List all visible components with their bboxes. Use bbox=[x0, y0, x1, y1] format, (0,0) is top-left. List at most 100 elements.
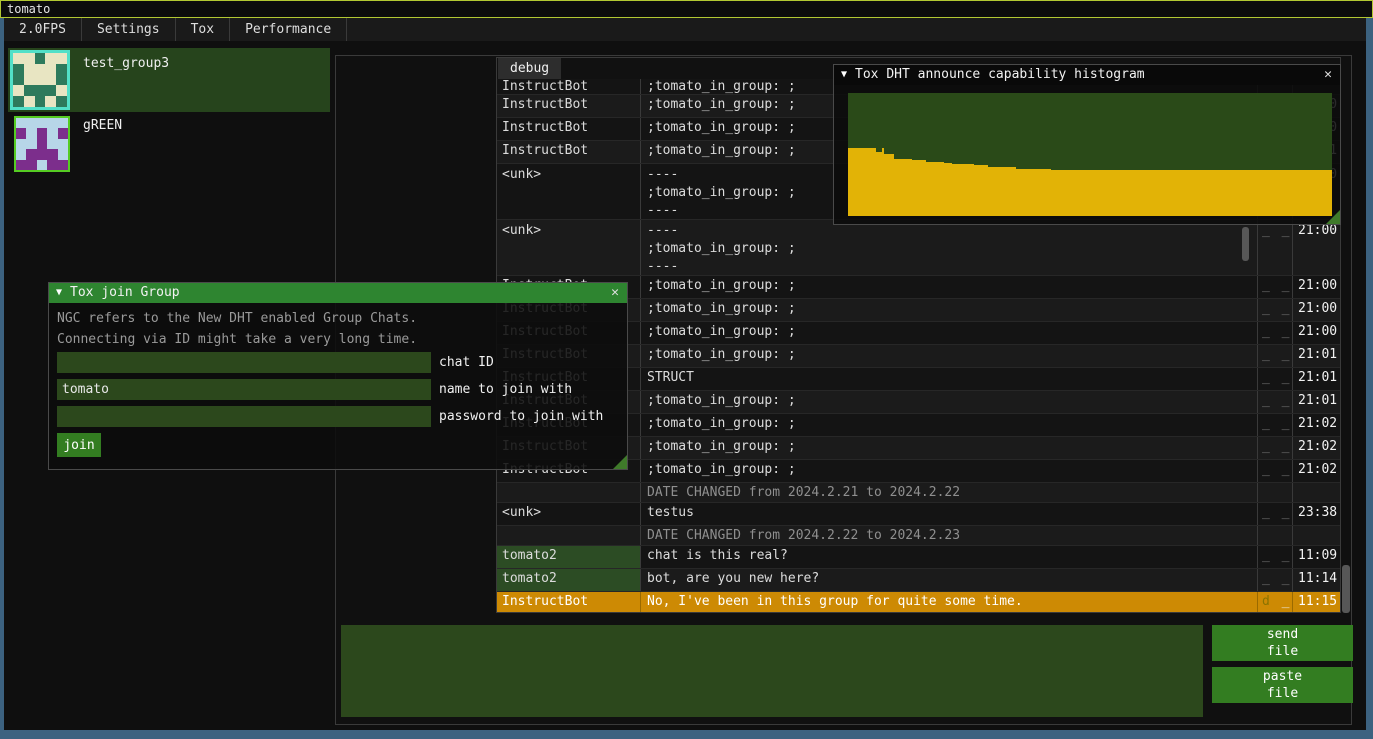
join-group-title: Tox join Group bbox=[70, 283, 180, 303]
menu-item-tox[interactable]: Tox bbox=[176, 18, 230, 41]
group-avatar bbox=[10, 50, 70, 110]
join-field-password-to-join-with[interactable] bbox=[57, 406, 431, 427]
collapse-arrow-icon[interactable]: ▼ bbox=[56, 283, 62, 303]
menu-bar: 2.0FPSSettingsToxPerformance bbox=[4, 18, 1366, 41]
chat-delivery-flags: _ _ bbox=[1257, 299, 1292, 321]
chat-timestamp: 21:01 bbox=[1292, 345, 1340, 367]
avatar-pixel bbox=[47, 118, 57, 128]
avatar-pixel bbox=[45, 64, 56, 75]
chat-row[interactable]: InstructBotNo, I've been in this group f… bbox=[497, 592, 1340, 612]
flag-2: _ bbox=[1282, 548, 1292, 563]
histogram-bin bbox=[988, 167, 1016, 216]
chat-delivery-flags: _ _ bbox=[1257, 368, 1292, 390]
window-border-left bbox=[0, 18, 4, 739]
chat-timestamp: 11:14 bbox=[1292, 569, 1340, 591]
chat-timestamp: 23:38 bbox=[1292, 503, 1340, 525]
app-title-bar[interactable]: tomato bbox=[0, 0, 1373, 18]
avatar-pixel bbox=[16, 118, 26, 128]
chat-sender-name: <unk> bbox=[497, 503, 641, 525]
avatar-pixel bbox=[13, 75, 24, 86]
chat-row[interactable]: tomato2chat is this real?_ _11:09 bbox=[497, 546, 1340, 569]
chat-delivery-flags: _ _ bbox=[1257, 546, 1292, 568]
flag-1: d bbox=[1262, 594, 1272, 609]
flag-2: _ bbox=[1282, 370, 1292, 385]
menu-item-2.0fps: 2.0FPS bbox=[4, 18, 82, 41]
paste-file-button[interactable]: paste file bbox=[1212, 667, 1353, 703]
avatar-pixel bbox=[58, 160, 68, 170]
histogram-bin bbox=[944, 163, 952, 216]
avatar-pixel bbox=[47, 160, 57, 170]
chat-delivery-flags: _ _ bbox=[1257, 503, 1292, 525]
chat-row[interactable]: <unk>testus_ _23:38 bbox=[497, 503, 1340, 526]
chat-timestamp: 21:01 bbox=[1292, 368, 1340, 390]
collapse-arrow-icon[interactable]: ▼ bbox=[841, 65, 847, 85]
join-button[interactable]: join bbox=[57, 433, 101, 457]
join-field-label: chat ID bbox=[439, 352, 494, 373]
flag-2: _ bbox=[1282, 571, 1292, 586]
group-name-label: test_group3 bbox=[83, 56, 169, 71]
chat-message-text: ;tomato_in_group: ; bbox=[641, 276, 1257, 298]
flag-2: _ bbox=[1282, 416, 1292, 431]
join-group-titlebar[interactable]: ▼ Tox join Group ✕ bbox=[49, 283, 627, 303]
histogram-bin bbox=[974, 165, 988, 216]
avatar-pixel bbox=[45, 75, 56, 86]
histogram-bin bbox=[1016, 169, 1051, 216]
group-name-label: gREEN bbox=[83, 118, 122, 133]
resize-grip[interactable] bbox=[613, 455, 627, 469]
avatar-pixel bbox=[26, 118, 36, 128]
chat-message-text: DATE CHANGED from 2024.2.21 to 2024.2.22 bbox=[641, 483, 1257, 502]
avatar-pixel bbox=[58, 118, 68, 128]
dht-histogram-titlebar[interactable]: ▼ Tox DHT announce capability histogram … bbox=[834, 65, 1340, 85]
chat-sender-name: tomato2 bbox=[497, 546, 641, 568]
message-input[interactable] bbox=[341, 625, 1203, 717]
chat-message-text: ;tomato_in_group: ; bbox=[641, 391, 1257, 413]
chat-timestamp: 21:01 bbox=[1292, 391, 1340, 413]
tab-debug[interactable]: debug bbox=[498, 58, 561, 79]
histogram-bin bbox=[884, 154, 894, 216]
join-field-chat-ID[interactable] bbox=[57, 352, 431, 373]
chat-timestamp: 21:02 bbox=[1292, 437, 1340, 459]
chat-row[interactable]: tomato2bot, are you new here?_ _11:14 bbox=[497, 569, 1340, 592]
avatar-pixel bbox=[45, 53, 56, 64]
avatar-pixel bbox=[26, 128, 36, 138]
close-icon[interactable]: ✕ bbox=[1324, 65, 1332, 85]
chat-sender-name bbox=[497, 526, 641, 545]
menu-item-performance[interactable]: Performance bbox=[230, 18, 347, 41]
flag-2: _ bbox=[1282, 594, 1292, 609]
flag-1: _ bbox=[1262, 393, 1272, 408]
chat-timestamp: 11:09 bbox=[1292, 546, 1340, 568]
chat-delivery-flags bbox=[1257, 526, 1292, 545]
avatar-pixel bbox=[26, 160, 36, 170]
window-border-right bbox=[1366, 18, 1373, 739]
chat-row[interactable]: DATE CHANGED from 2024.2.22 to 2024.2.23 bbox=[497, 526, 1340, 546]
flag-1: _ bbox=[1262, 439, 1272, 454]
histogram-bin bbox=[926, 162, 944, 216]
send-file-button[interactable]: send file bbox=[1212, 625, 1353, 661]
flag-2: _ bbox=[1282, 393, 1292, 408]
chat-message-text: chat is this real? bbox=[641, 546, 1257, 568]
avatar-pixel bbox=[26, 149, 36, 159]
chat-sender-name: <unk> bbox=[497, 164, 641, 219]
inner-scrollbar-thumb[interactable] bbox=[1242, 227, 1249, 261]
chat-row[interactable]: DATE CHANGED from 2024.2.21 to 2024.2.22 bbox=[497, 483, 1340, 503]
avatar-pixel bbox=[47, 139, 57, 149]
chat-message-text: ;tomato_in_group: ; bbox=[641, 460, 1257, 482]
chat-sender-name: InstructBot bbox=[497, 141, 641, 163]
chat-delivery-flags: _ _ bbox=[1257, 345, 1292, 367]
avatar-pixel bbox=[45, 85, 56, 96]
chat-message-text: ;tomato_in_group: ; bbox=[641, 299, 1257, 321]
chat-timestamp bbox=[1292, 483, 1340, 502]
join-field-name-to-join-with[interactable] bbox=[57, 379, 431, 400]
avatar-pixel bbox=[35, 53, 46, 64]
chat-delivery-flags: _ _ bbox=[1257, 460, 1292, 482]
chat-row[interactable]: <unk>---- ;tomato_in_group: ; ----_ _21:… bbox=[497, 220, 1340, 276]
flag-2: _ bbox=[1282, 439, 1292, 454]
avatar-pixel bbox=[13, 85, 24, 96]
chat-timestamp: 21:02 bbox=[1292, 414, 1340, 436]
menu-item-settings[interactable]: Settings bbox=[82, 18, 176, 41]
close-icon[interactable]: ✕ bbox=[611, 283, 619, 303]
flag-1: _ bbox=[1262, 571, 1272, 586]
chat-scrollbar-thumb[interactable] bbox=[1342, 565, 1350, 613]
chat-delivery-flags: _ _ bbox=[1257, 391, 1292, 413]
chat-message-text: STRUCT bbox=[641, 368, 1257, 390]
